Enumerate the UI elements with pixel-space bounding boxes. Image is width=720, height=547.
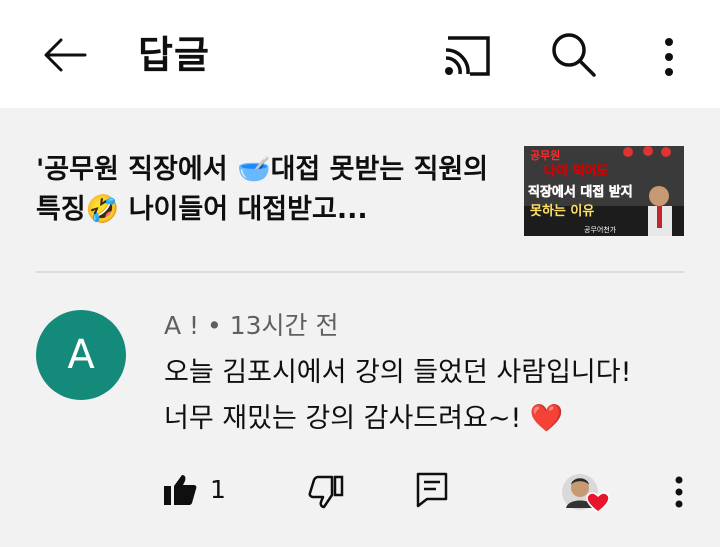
comment-actions: 1: [0, 466, 720, 516]
app-bar: 답글: [0, 0, 720, 108]
more-vert-icon[interactable]: [652, 32, 686, 82]
cast-icon[interactable]: [440, 34, 496, 78]
thumbnail-text-1: 공무원: [530, 148, 560, 162]
comment-author[interactable]: A !: [164, 311, 199, 340]
thumbnail-text-2: 나이 먹어도: [544, 163, 608, 179]
thumbnail-caption: 공무어천가: [584, 225, 617, 234]
page-title: 답글: [138, 33, 210, 77]
reply-icon[interactable]: [412, 470, 452, 510]
thumbnail-text-4: 못하는 이유: [530, 203, 594, 219]
video-title[interactable]: '공무원 직장에서 🥣대접 못받는 직원의 특징🤣 나이들어 대접받고...: [36, 150, 506, 230]
comment-meta: A ! • 13시간 전: [164, 308, 339, 344]
like-count: 1: [210, 475, 226, 504]
divider: [36, 271, 684, 273]
like-icon[interactable]: [160, 470, 200, 510]
back-arrow-icon[interactable]: [40, 30, 90, 80]
avatar[interactable]: A: [36, 310, 126, 400]
meta-separator: •: [207, 311, 222, 340]
comment-line-2: 너무 재밌는 강의 감사드려요~! ❤️: [164, 403, 564, 434]
creator-heart-badge: [560, 468, 612, 516]
video-thumbnail[interactable]: 공무원 나이 먹어도 직장에서 대접 받지 못하는 이유 공무어천가: [524, 146, 684, 236]
more-vert-icon[interactable]: [664, 472, 694, 512]
dislike-icon[interactable]: [306, 472, 346, 512]
comment-line-1: 오늘 김포시에서 강의 들었던 사람입니다!: [164, 357, 632, 388]
search-icon[interactable]: [548, 30, 602, 80]
comment-text: 오늘 김포시에서 강의 들었던 사람입니다! 너무 재밌는 강의 감사드려요~!…: [164, 350, 704, 442]
thumbnail-text-3: 직장에서 대접 받지: [528, 184, 633, 200]
comment-time: 13시간 전: [229, 311, 339, 340]
video-header[interactable]: '공무원 직장에서 🥣대접 못받는 직원의 특징🤣 나이들어 대접받고... 공…: [0, 108, 720, 274]
